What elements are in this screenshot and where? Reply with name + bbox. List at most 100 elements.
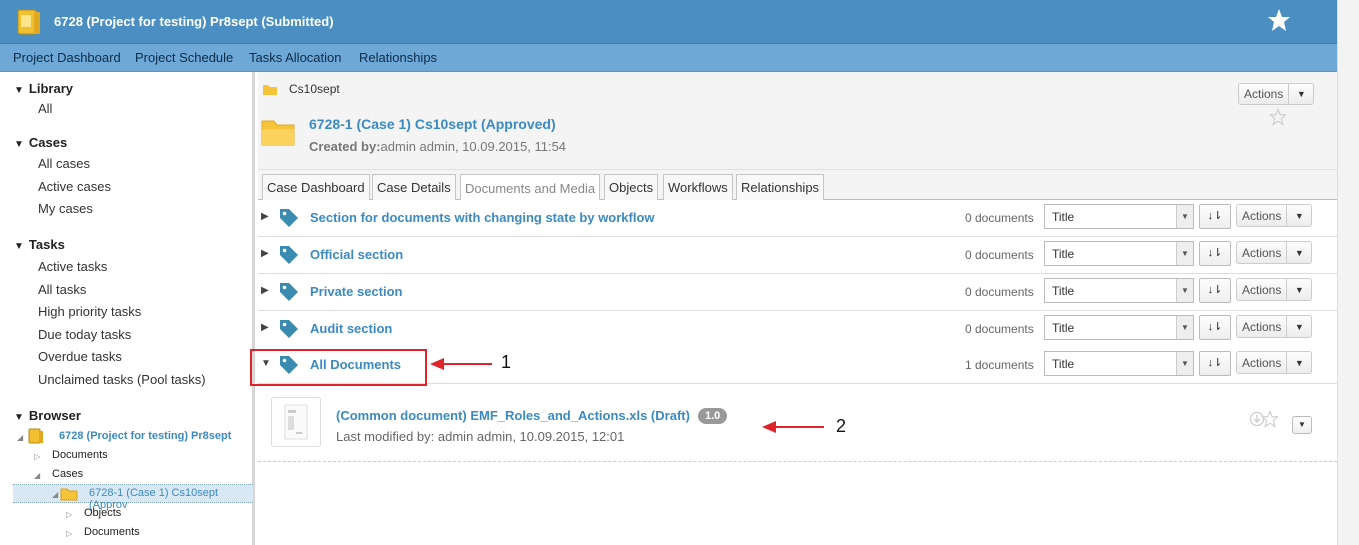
nav-tasks-allocation[interactable]: Tasks Allocation [249, 50, 342, 65]
sidebar-item-unclaimed-tasks[interactable]: Unclaimed tasks (Pool tasks) [38, 372, 206, 387]
sort-order-button[interactable]: ↓⇂ [1199, 204, 1231, 229]
sort-order-button[interactable]: ↓⇂ [1199, 351, 1231, 376]
tree-objects[interactable]: Objects [84, 507, 121, 519]
section-name[interactable]: Private section [310, 284, 403, 299]
nav-project-dashboard[interactable]: Project Dashboard [13, 50, 121, 65]
sort-value: Title [1052, 321, 1075, 335]
tasks-header[interactable]: ▼ Tasks [14, 237, 65, 252]
cases-header[interactable]: ▼ Cases [14, 135, 67, 150]
case-folder-icon [261, 120, 295, 146]
sidebar: ▼ Library All ▼ Cases All cases Active cas… [0, 72, 255, 545]
sort-order-button[interactable]: ↓⇂ [1199, 278, 1231, 303]
chevron-down-icon: ▼ [1176, 205, 1193, 228]
sidebar-item-my-cases[interactable]: My cases [38, 201, 93, 216]
tab-case-details[interactable]: Case Details [372, 174, 456, 200]
section-row: ▶ Private section 0 documents Title ▼ ↓⇂ Actio… [258, 274, 1337, 311]
sidebar-item-due-today-tasks[interactable]: Due today tasks [38, 327, 131, 342]
browser-header[interactable]: ▼ Browser [14, 408, 81, 423]
case-created-by: Created by:admin admin, 10.09.2015, 11:5… [309, 139, 566, 154]
tag-icon [280, 320, 298, 338]
project-icon [28, 428, 43, 444]
top-bar: 6728 (Project for testing) Pr8sept (Subm… [0, 0, 1337, 44]
sort-value: Title [1052, 247, 1075, 261]
sidebar-item-all-tasks[interactable]: All tasks [38, 282, 86, 297]
annotation-arrow [772, 426, 824, 428]
tree-collapsed-icon[interactable]: ▷ [66, 529, 72, 538]
section-actions-button[interactable]: Actions ▼ [1236, 315, 1313, 338]
tree-collapsed-icon[interactable]: ▷ [66, 510, 72, 519]
project-nav: Project Dashboard Project Schedule Tasks… [0, 44, 1337, 72]
sort-select[interactable]: Title ▼ [1044, 241, 1194, 266]
chevron-down-icon: ▼ [1294, 284, 1304, 295]
chevron-down-icon: ▼ [1298, 420, 1306, 429]
section-actions-button[interactable]: Actions ▼ [1236, 278, 1313, 301]
nav-project-schedule[interactable]: Project Schedule [135, 50, 233, 65]
sort-value: Title [1052, 357, 1075, 371]
section-actions-button[interactable]: Actions ▼ [1236, 241, 1313, 264]
sort-select[interactable]: Title ▼ [1044, 278, 1194, 303]
nav-relationships[interactable]: Relationships [359, 50, 437, 65]
section-count: 0 documents [965, 322, 1034, 336]
sidebar-item-all-cases[interactable]: All cases [38, 156, 90, 171]
sort-order-button[interactable]: ↓⇂ [1199, 241, 1231, 266]
sort-select[interactable]: Title ▼ [1044, 315, 1194, 340]
tag-icon [280, 209, 298, 227]
tasks-title: Tasks [28, 237, 65, 252]
annotation-arrow [440, 363, 492, 365]
case-title[interactable]: 6728-1 (Case 1) Cs10sept (Approved) [309, 116, 556, 132]
document-title[interactable]: (Common document) EMF_Roles_and_Actions.… [336, 408, 690, 423]
vertical-scrollbar[interactable] [1337, 0, 1359, 545]
tree-case-documents[interactable]: Documents [84, 526, 140, 538]
tree-cases[interactable]: Cases [52, 468, 83, 480]
document-menu-button[interactable]: ▼ [1292, 416, 1312, 434]
sidebar-item-active-tasks[interactable]: Active tasks [38, 259, 107, 274]
collapsed-triangle-icon[interactable]: ▶ [261, 248, 269, 259]
tab-relationships[interactable]: Relationships [736, 174, 825, 200]
section-name[interactable]: Section for documents with changing stat… [310, 210, 655, 225]
annotation-number-1: 1 [501, 352, 512, 372]
tree-expanded-icon[interactable]: ◢ [34, 471, 40, 480]
tab-objects[interactable]: Objects [604, 174, 659, 200]
case-actions-button[interactable]: Actions ▼ [1238, 83, 1315, 105]
sidebar-item-overdue-tasks[interactable]: Overdue tasks [38, 349, 122, 364]
section-count: 0 documents [965, 211, 1034, 225]
sidebar-item-all[interactable]: All [38, 101, 52, 116]
collapsed-triangle-icon[interactable]: ▶ [261, 285, 269, 296]
sidebar-item-high-priority-tasks[interactable]: High priority tasks [38, 304, 141, 319]
actions-label: Actions [1237, 352, 1288, 373]
section-count: 1 documents [965, 358, 1034, 372]
tab-workflows[interactable]: Workflows [663, 174, 733, 200]
actions-label: Actions [1239, 84, 1290, 104]
sort-value: Title [1052, 210, 1075, 224]
favorite-star-icon[interactable] [1267, 8, 1291, 32]
collapsed-triangle-icon[interactable]: ▶ [261, 322, 269, 333]
section-name[interactable]: Official section [310, 247, 403, 262]
tree-expanded-icon[interactable]: ◢ [17, 433, 23, 442]
collapse-triangle-icon: ▼ [14, 412, 24, 423]
tree-documents[interactable]: Documents [52, 449, 108, 461]
folder-icon [263, 85, 277, 95]
section-actions-button[interactable]: Actions ▼ [1236, 204, 1313, 227]
sidebar-item-active-cases[interactable]: Active cases [38, 179, 111, 194]
favorite-star-icon[interactable] [1261, 410, 1279, 428]
document-thumbnail[interactable] [271, 397, 321, 447]
browser-title: Browser [28, 408, 81, 423]
section-name[interactable]: Audit section [310, 321, 392, 336]
breadcrumb[interactable]: Cs10sept [289, 82, 340, 96]
library-header[interactable]: ▼ Library [14, 81, 73, 96]
project-title: 6728 (Project for testing) Pr8sept (Subm… [54, 14, 334, 29]
main-content: Cs10sept 6728-1 (Case 1) Cs10sept (Appro… [258, 72, 1337, 545]
collapsed-triangle-icon[interactable]: ▶ [261, 211, 269, 222]
section-actions-button[interactable]: Actions ▼ [1236, 351, 1313, 374]
collapse-triangle-icon: ▼ [14, 241, 24, 252]
favorite-star-icon[interactable] [1269, 108, 1287, 126]
tab-documents-and-media[interactable]: Documents and Media [460, 174, 601, 201]
created-label: Created by: [309, 139, 381, 154]
sort-order-button[interactable]: ↓⇂ [1199, 315, 1231, 340]
sort-select[interactable]: Title ▼ [1044, 204, 1194, 229]
tab-case-dashboard[interactable]: Case Dashboard [262, 174, 370, 200]
tree-collapsed-icon[interactable]: ▷ [34, 452, 40, 461]
sort-select[interactable]: Title ▼ [1044, 351, 1194, 376]
tree-project[interactable]: 6728 (Project for testing) Pr8sept [59, 430, 231, 442]
tree-expanded-icon[interactable]: ◢ [52, 490, 58, 499]
